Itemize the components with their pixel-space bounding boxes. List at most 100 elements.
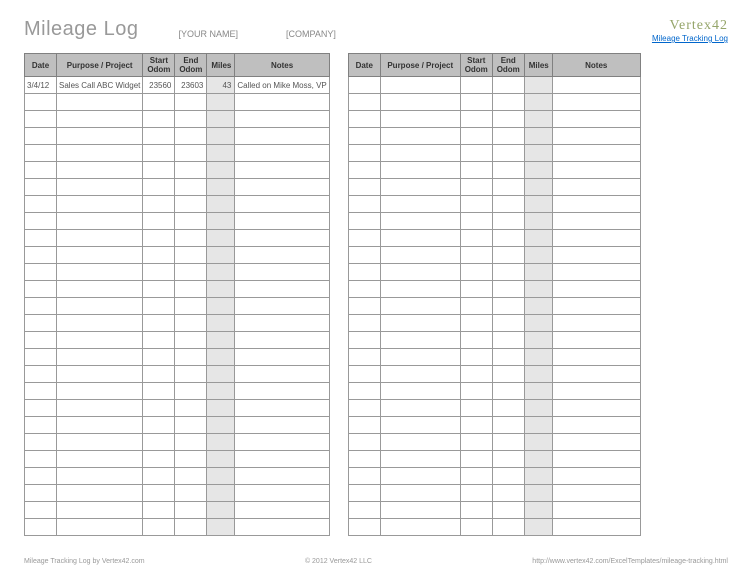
cell-date [25, 417, 57, 434]
cell-notes [235, 145, 329, 162]
brand-logo: Vertex42 [652, 18, 728, 34]
cell-miles [207, 519, 235, 536]
cell-end: 23603 [175, 77, 207, 94]
brand-link[interactable]: Mileage Tracking Log [652, 34, 728, 43]
table-row [25, 451, 330, 468]
cell-miles [207, 434, 235, 451]
cell-date [25, 230, 57, 247]
cell-date [348, 502, 380, 519]
cell-miles [524, 417, 552, 434]
cell-miles [524, 247, 552, 264]
cell-purpose [380, 468, 460, 485]
cell-notes [552, 400, 640, 417]
cell-miles [207, 264, 235, 281]
cell-date [25, 247, 57, 264]
cell-start [460, 230, 492, 247]
table-row [348, 485, 640, 502]
cell-purpose [380, 196, 460, 213]
cell-notes [235, 315, 329, 332]
cell-purpose [57, 417, 143, 434]
cell-notes [552, 502, 640, 519]
cell-notes [235, 162, 329, 179]
cell-miles [207, 451, 235, 468]
cell-miles [524, 451, 552, 468]
table-row [25, 434, 330, 451]
cell-miles [524, 400, 552, 417]
cell-start [143, 128, 175, 145]
cell-purpose [57, 162, 143, 179]
cell-purpose [380, 417, 460, 434]
cell-purpose [57, 264, 143, 281]
table-row [25, 366, 330, 383]
table-row [25, 247, 330, 264]
cell-start [460, 179, 492, 196]
table-row [25, 213, 330, 230]
cell-date [348, 315, 380, 332]
cell-start [460, 77, 492, 94]
cell-date [25, 434, 57, 451]
table-row [25, 400, 330, 417]
cell-miles [524, 434, 552, 451]
cell-date [348, 111, 380, 128]
cell-start [460, 145, 492, 162]
cell-notes [552, 247, 640, 264]
cell-miles [524, 196, 552, 213]
cell-date [25, 349, 57, 366]
cell-purpose [57, 519, 143, 536]
cell-purpose [380, 349, 460, 366]
cell-miles [207, 502, 235, 519]
table-row [348, 94, 640, 111]
cell-miles [207, 162, 235, 179]
table-row [25, 281, 330, 298]
document-header: Mileage Log [YOUR NAME] [COMPANY] Vertex… [24, 18, 728, 41]
cell-end [175, 315, 207, 332]
cell-date [348, 128, 380, 145]
cell-miles [524, 315, 552, 332]
cell-notes [235, 247, 329, 264]
header-notes: Notes [235, 54, 329, 77]
name-field-placeholder: [YOUR NAME] [178, 29, 238, 39]
cell-miles [524, 502, 552, 519]
cell-date [348, 366, 380, 383]
cell-purpose [380, 179, 460, 196]
table-row [348, 400, 640, 417]
cell-start [143, 281, 175, 298]
cell-miles [207, 111, 235, 128]
table-row [348, 349, 640, 366]
cell-notes [552, 485, 640, 502]
footer-left: Mileage Tracking Log by Vertex42.com [24, 558, 145, 565]
cell-notes [235, 417, 329, 434]
cell-notes [235, 434, 329, 451]
cell-notes [235, 128, 329, 145]
cell-purpose [380, 366, 460, 383]
cell-notes [235, 332, 329, 349]
page-title: Mileage Log [24, 18, 138, 41]
cell-date [348, 451, 380, 468]
cell-purpose [380, 502, 460, 519]
cell-date [348, 519, 380, 536]
cell-start [460, 400, 492, 417]
cell-purpose [57, 400, 143, 417]
cell-notes [552, 128, 640, 145]
cell-purpose: Sales Call ABC Widget [57, 77, 143, 94]
cell-notes [552, 213, 640, 230]
cell-date [25, 264, 57, 281]
cell-miles [207, 230, 235, 247]
cell-date [348, 213, 380, 230]
cell-start [143, 417, 175, 434]
cell-start [460, 247, 492, 264]
cell-start [460, 128, 492, 145]
table-row [348, 502, 640, 519]
table-row [348, 298, 640, 315]
table-row [25, 332, 330, 349]
cell-miles [524, 332, 552, 349]
cell-start [143, 213, 175, 230]
table-row [25, 468, 330, 485]
cell-miles [207, 94, 235, 111]
table-row [25, 502, 330, 519]
cell-end [492, 519, 524, 536]
cell-end [492, 247, 524, 264]
table-row [348, 519, 640, 536]
cell-purpose [57, 298, 143, 315]
cell-notes [552, 179, 640, 196]
